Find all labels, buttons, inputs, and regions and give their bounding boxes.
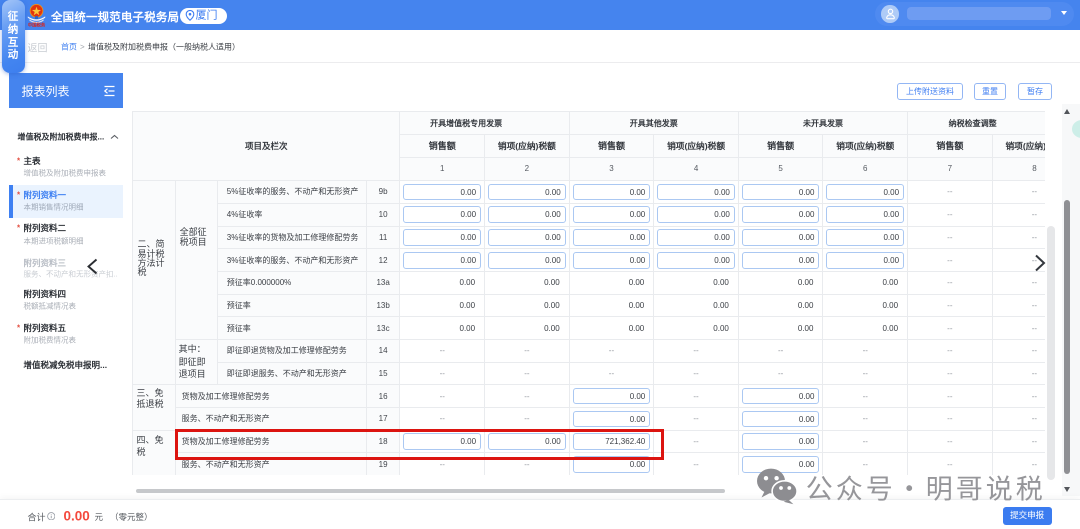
svg-text:中国税务: 中国税务 (28, 21, 46, 26)
